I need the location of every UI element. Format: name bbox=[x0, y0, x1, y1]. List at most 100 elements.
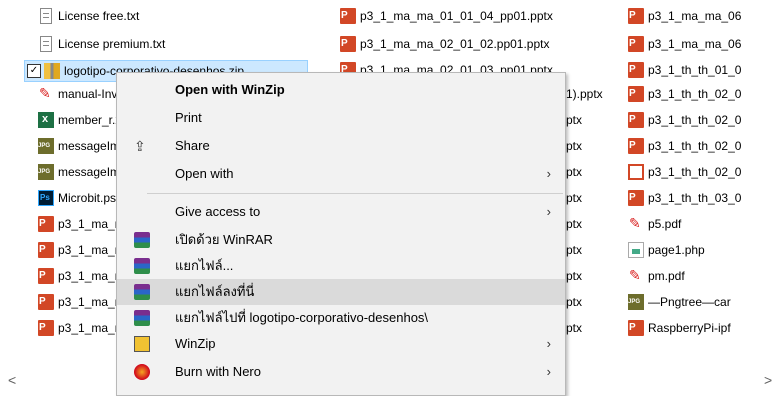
context-menu: Open with WinZip Print ⇪ Share Open with… bbox=[116, 72, 566, 396]
menu-item-label: Open with bbox=[175, 166, 234, 181]
file-name: p3_1_th_th_02_0 bbox=[648, 87, 742, 101]
winrar-icon bbox=[134, 232, 150, 248]
pptx-file-icon bbox=[38, 294, 54, 310]
file-item[interactable]: ptx bbox=[566, 214, 582, 234]
pptx-file-icon bbox=[340, 36, 356, 52]
file-item[interactable]: 1).pptx bbox=[566, 84, 603, 104]
file-item[interactable]: ptx bbox=[566, 240, 582, 260]
pdf-file-icon bbox=[628, 267, 644, 284]
file-item[interactable]: —Pngtree—car bbox=[628, 292, 731, 312]
file-item[interactable]: member_r.x bbox=[38, 110, 121, 130]
file-name: messageIm bbox=[58, 139, 121, 153]
menu-item-share[interactable]: ⇪ Share bbox=[117, 133, 565, 159]
winrar-icon bbox=[134, 284, 150, 300]
pptx-file-icon bbox=[628, 190, 644, 206]
file-name: manual-Inv bbox=[58, 87, 118, 101]
jpg-file-icon bbox=[628, 294, 644, 310]
file-item[interactable]: p3_1_th_th_02_0 bbox=[628, 162, 741, 182]
menu-item-open-with-winrar[interactable]: เปิดด้วย WinRAR bbox=[117, 227, 565, 253]
pptx-file-icon bbox=[38, 320, 54, 336]
pptx-file-icon bbox=[628, 86, 644, 102]
chevron-right-icon: › bbox=[546, 364, 551, 379]
file-name: p3_1_ma_ma_06 bbox=[648, 37, 742, 51]
file-item[interactable]: p3_1_th_th_02_0 bbox=[628, 84, 741, 104]
file-item[interactable]: p3_1_ma_ma_02_01_02.pp01.pptx bbox=[340, 34, 550, 54]
scroll-right-icon[interactable]: > bbox=[764, 372, 772, 388]
menu-item-label: Give access to bbox=[175, 204, 261, 219]
file-name: p3_1_ma_ma_01_01_04_pp01.pptx bbox=[360, 9, 553, 23]
menu-item-winzip[interactable]: WinZip › bbox=[117, 331, 565, 357]
file-name: p3_1_ma_m bbox=[58, 269, 125, 283]
file-name: License premium.txt bbox=[58, 37, 166, 51]
menu-item-label: แยกไฟล์ไปที่ logotipo-corporativo-desenh… bbox=[175, 310, 429, 325]
menu-item-print[interactable]: Print bbox=[117, 105, 565, 131]
pdf-file-icon bbox=[628, 215, 644, 232]
scroll-left-icon[interactable]: < bbox=[8, 372, 16, 388]
file-item[interactable]: License free.txt bbox=[38, 6, 139, 26]
file-item[interactable]: p3_1_th_th_02_0 bbox=[628, 110, 741, 130]
file-name: ptx bbox=[566, 269, 583, 283]
pptx-file-icon bbox=[628, 320, 644, 336]
share-icon: ⇪ bbox=[134, 138, 146, 154]
menu-item-extract-files[interactable]: แยกไฟล์... bbox=[117, 253, 565, 279]
menu-item-open-with[interactable]: Open with › bbox=[117, 161, 565, 187]
menu-item-label: Burn with Nero bbox=[175, 364, 261, 379]
file-name: p3_1_th_th_03_0 bbox=[648, 191, 742, 205]
menu-item-label: Share bbox=[175, 138, 210, 153]
menu-item-label: แยกไฟล์ลงที่นี่ bbox=[175, 284, 255, 299]
file-name: p3_1_ma_ma_02_01_02.pp01.pptx bbox=[360, 37, 550, 51]
file-item[interactable]: p5.pdf bbox=[628, 214, 681, 234]
file-item[interactable]: p3_1_ma_ma_06 bbox=[628, 6, 741, 26]
file-name: p3_1_ma_m bbox=[58, 295, 125, 309]
file-item[interactable]: p3_1_ma_ma_06 bbox=[628, 34, 741, 54]
file-item[interactable]: p3_1_ma_m bbox=[38, 214, 125, 234]
excel-file-icon bbox=[38, 111, 54, 128]
jpg-file-icon bbox=[38, 138, 54, 154]
file-name: p3_1_th_th_02_0 bbox=[648, 165, 742, 179]
pptx-file-icon bbox=[628, 112, 644, 128]
menu-item-extract-here[interactable]: แยกไฟล์ลงที่นี่ bbox=[117, 279, 565, 305]
file-item[interactable]: p3_1_ma_ma_01_01_04_pp01.pptx bbox=[340, 6, 553, 26]
file-name: p3_1_th_th_01_0 bbox=[648, 63, 742, 77]
file-item[interactable]: page1.php bbox=[628, 240, 705, 260]
file-item[interactable]: pm.pdf bbox=[628, 266, 685, 286]
menu-item-extract-to-folder[interactable]: แยกไฟล์ไปที่ logotipo-corporativo-desenh… bbox=[117, 305, 565, 331]
pptx-file-icon bbox=[628, 36, 644, 52]
file-item[interactable]: ptx bbox=[566, 266, 582, 286]
file-item[interactable]: p3_1_th_th_03_0 bbox=[628, 188, 741, 208]
file-item[interactable]: ptx bbox=[566, 110, 582, 130]
file-item[interactable]: p3_1_th_th_02_0 bbox=[628, 136, 741, 156]
file-item[interactable]: RaspberryPi-ipf bbox=[628, 318, 731, 338]
chevron-right-icon: › bbox=[546, 336, 551, 351]
file-item[interactable]: p3_1_ma_m bbox=[38, 240, 125, 260]
menu-item-open-with-winzip[interactable]: Open with WinZip bbox=[117, 77, 565, 103]
file-item[interactable]: Microbit.ps bbox=[38, 188, 116, 208]
file-item[interactable]: License premium.txt bbox=[38, 34, 165, 54]
pptx-file-icon bbox=[340, 8, 356, 24]
file-name: ptx bbox=[566, 243, 583, 257]
file-name: p3_1_th_th_02_0 bbox=[648, 139, 742, 153]
file-item[interactable]: p3_1_ma_m bbox=[38, 292, 125, 312]
file-item[interactable]: ptx bbox=[566, 162, 582, 182]
winzip-icon bbox=[134, 336, 150, 352]
menu-item-label: WinZip bbox=[175, 336, 216, 351]
file-name: p3_1_th_th_02_0 bbox=[648, 113, 742, 127]
file-item[interactable]: ptx bbox=[566, 318, 582, 338]
selection-checkbox[interactable]: ✓ bbox=[27, 64, 41, 78]
file-item[interactable]: messageIm bbox=[38, 136, 120, 156]
menu-item-burn-with-nero[interactable]: Burn with Nero › bbox=[117, 359, 565, 385]
file-item[interactable]: manual-Inv bbox=[38, 84, 117, 104]
file-name: 1).pptx bbox=[566, 87, 603, 101]
file-item[interactable]: ptx bbox=[566, 292, 582, 312]
pptx-file-icon bbox=[38, 242, 54, 258]
file-item[interactable]: ptx bbox=[566, 136, 582, 156]
file-item[interactable]: messageIm bbox=[38, 162, 120, 182]
file-item[interactable]: ptx bbox=[566, 188, 582, 208]
file-name: p3_1_ma_ma_06 bbox=[648, 9, 742, 23]
file-name: ptx bbox=[566, 217, 583, 231]
file-item[interactable]: p3_1_ma_m bbox=[38, 266, 125, 286]
pptx-file-icon bbox=[38, 216, 54, 232]
menu-item-give-access-to[interactable]: Give access to › bbox=[117, 199, 565, 225]
file-item[interactable]: p3_1_th_th_01_0 bbox=[628, 60, 741, 80]
file-item[interactable]: p3_1_ma_m bbox=[38, 318, 125, 338]
